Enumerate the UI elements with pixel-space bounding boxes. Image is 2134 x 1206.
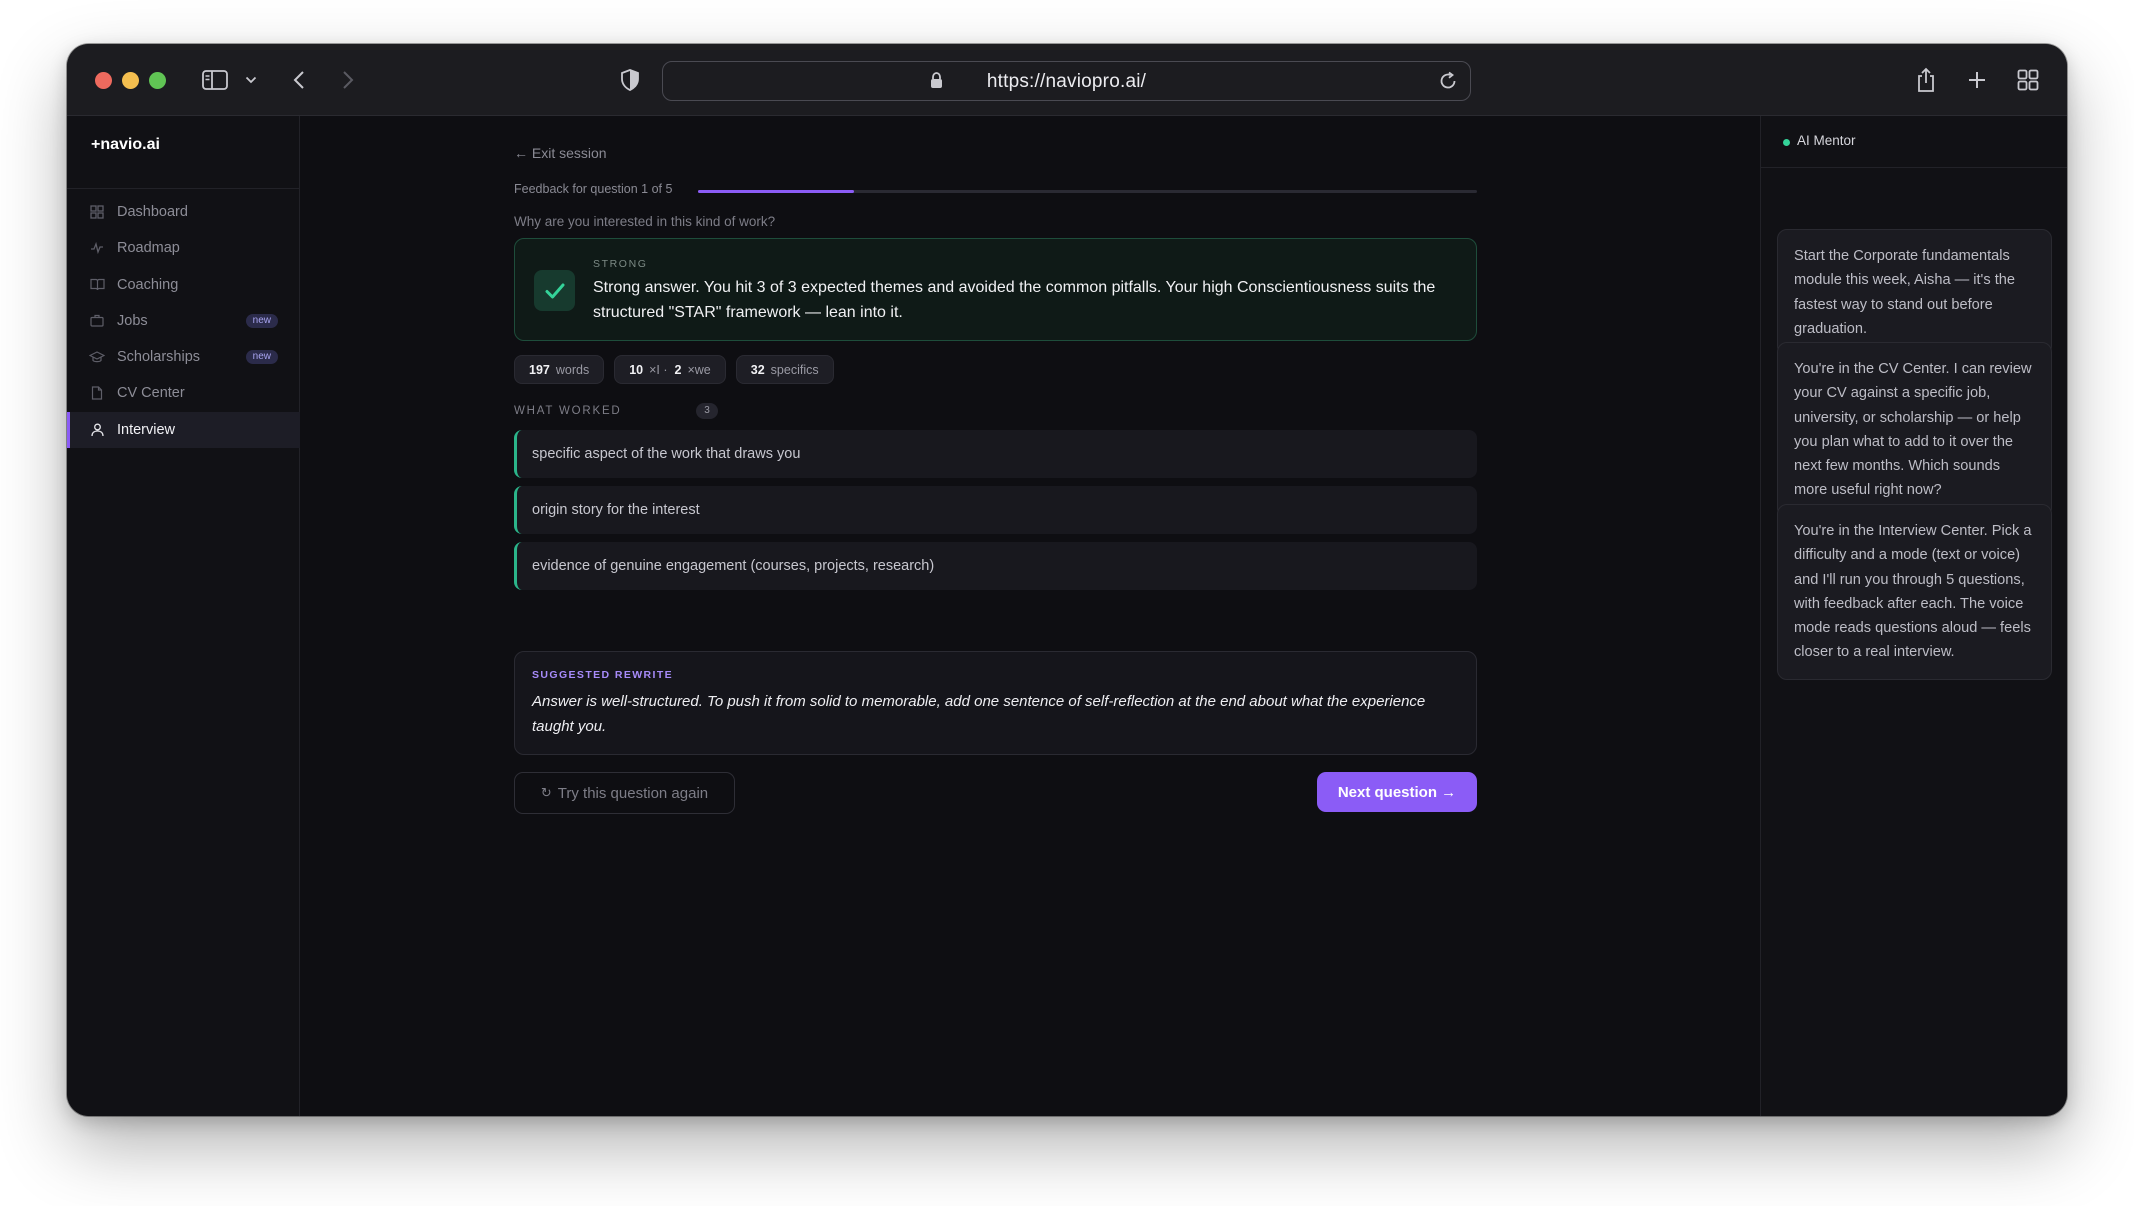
new-tab-plus-icon[interactable]: [1965, 62, 1989, 98]
sidebar-item-scholarships[interactable]: Scholarships new: [67, 339, 300, 375]
sidebar-item-dashboard[interactable]: Dashboard: [67, 194, 300, 230]
stat-value: 2: [674, 362, 682, 377]
checkmark-icon: [534, 270, 575, 311]
browser-window: https://naviopro.ai/ +navio.ai Dashboard: [67, 44, 2067, 1116]
stat-value: 197: [529, 362, 550, 377]
suggested-rewrite-card: SUGGESTED REWRITE Answer is well-structu…: [514, 651, 1477, 755]
try-again-button[interactable]: ↻ Try this question again: [514, 772, 735, 814]
briefcase-icon: [89, 313, 105, 329]
word-count-chip: 197 words: [514, 355, 605, 384]
interview-feedback-panel: ← Exit session Feedback for question 1 o…: [301, 116, 1759, 1116]
list-item: evidence of genuine engagement (courses,…: [514, 542, 1477, 590]
stat-label: ×I ·: [649, 362, 668, 377]
document-icon: [89, 385, 105, 401]
stat-label: words: [555, 362, 590, 377]
sidebar-item-label: CV Center: [117, 385, 185, 402]
mentor-header: AI Mentor: [1761, 116, 2067, 168]
new-badge: new: [245, 313, 278, 328]
share-icon[interactable]: [1914, 62, 1938, 98]
mentor-title: AI Mentor: [1797, 133, 1856, 148]
rewrite-tag: SUGGESTED REWRITE: [532, 669, 674, 681]
sidebar-item-label: Scholarships: [117, 349, 201, 366]
specifics-chip: 32 specifics: [735, 355, 834, 384]
sidebar-item-roadmap[interactable]: Roadmap: [67, 230, 300, 266]
stat-value: 32: [750, 362, 765, 377]
sidebar-item-label: Jobs: [117, 312, 148, 329]
progress-bar: [698, 190, 1477, 193]
mentor-message: You're in the Interview Center. Pick a d…: [1777, 504, 2052, 680]
verdict-tag: STRONG: [593, 258, 648, 270]
sidebar-item-label: Dashboard: [117, 204, 188, 220]
progress-bar-fill: [698, 190, 854, 193]
next-question-button[interactable]: Next question →: [1317, 772, 1477, 812]
book-icon: [89, 277, 105, 293]
reload-icon[interactable]: [1438, 71, 1458, 96]
stat-label: ×we: [687, 362, 711, 377]
sidebar-toggle-icon[interactable]: [200, 62, 230, 98]
what-worked-list: specific aspect of the work that draws y…: [514, 430, 1477, 598]
progress-label: Feedback for question 1 of 5: [514, 182, 673, 196]
url-text: https://naviopro.ai/: [986, 71, 1147, 92]
sidebar-item-label: Interview: [117, 421, 176, 438]
zoom-window-button[interactable]: [149, 72, 166, 89]
retry-icon: ↻: [540, 785, 552, 800]
sidebar-item-cv-center[interactable]: CV Center: [67, 375, 300, 411]
close-window-button[interactable]: [95, 72, 112, 89]
pronoun-ratio-chip: 10 ×I · 2 ×we: [614, 355, 726, 384]
verdict-card: STRONG Strong answer. You hit 3 of 3 exp…: [514, 238, 1477, 341]
question-text: Why are you interested in this kind of w…: [514, 214, 776, 229]
answer-stats: 197 words 10 ×I · 2 ×we 32 specifics: [514, 355, 834, 384]
privacy-shield-icon[interactable]: [619, 62, 641, 98]
stat-label: specifics: [770, 362, 819, 377]
what-worked-heading: WHAT WORKED: [514, 405, 622, 417]
address-bar[interactable]: https://naviopro.ai/: [662, 61, 1471, 101]
brand-logo[interactable]: +navio.ai: [91, 136, 160, 154]
exit-session-link[interactable]: ← Exit session: [514, 145, 607, 161]
tab-overview-icon[interactable]: [2016, 62, 2040, 98]
chevron-down-icon[interactable]: [243, 62, 259, 98]
verdict-text: Strong answer. You hit 3 of 3 expected t…: [593, 279, 1436, 321]
user-icon: [89, 422, 105, 438]
try-again-label: Try this question again: [557, 784, 709, 802]
mentor-message: You're in the CV Center. I can review yo…: [1777, 342, 2052, 518]
sidebar-nav: Dashboard Roadmap Coaching Jobs new Scho…: [67, 194, 300, 448]
sidebar-item-label: Roadmap: [117, 240, 180, 257]
ai-mentor-panel: AI Mentor Start the Corporate fundamenta…: [1760, 116, 2067, 1116]
sidebar-divider: [67, 188, 300, 189]
what-worked-count: 3: [696, 403, 718, 419]
rewrite-text: Answer is well-structured. To push it fr…: [532, 693, 1426, 735]
grid-icon: [89, 204, 105, 220]
new-badge: new: [245, 350, 278, 365]
sidebar: +navio.ai Dashboard Roadmap Coaching Job…: [67, 116, 300, 1116]
online-status-dot: [1783, 139, 1790, 146]
stat-value: 10: [629, 362, 644, 377]
sidebar-item-coaching[interactable]: Coaching: [67, 267, 300, 303]
browser-toolbar: https://naviopro.ai/: [67, 44, 2067, 116]
mentor-message: Start the Corporate fundamentals module …: [1777, 229, 2052, 357]
forward-arrow-icon[interactable]: [338, 62, 358, 98]
minimize-window-button[interactable]: [122, 72, 139, 89]
sidebar-item-label: Coaching: [117, 276, 179, 293]
sidebar-item-interview[interactable]: Interview: [67, 411, 300, 448]
sidebar-item-jobs[interactable]: Jobs new: [67, 303, 300, 339]
pulse-icon: [89, 240, 105, 256]
back-arrow-icon[interactable]: [289, 62, 309, 98]
list-item: origin story for the interest: [514, 486, 1477, 534]
graduation-cap-icon: [89, 349, 105, 365]
list-item: specific aspect of the work that draws y…: [514, 430, 1477, 478]
